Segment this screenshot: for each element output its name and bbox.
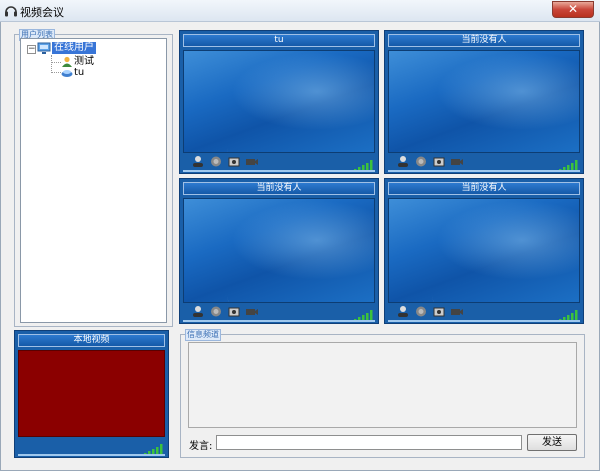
video-display	[183, 198, 375, 303]
window-title: 视频会议	[20, 6, 64, 19]
send-button[interactable]: 发送	[527, 434, 577, 451]
headset-icon	[5, 6, 17, 17]
tree-collapse-toggle[interactable]: −	[27, 45, 36, 54]
video-display	[388, 50, 580, 153]
local-video-panel: 本地视频	[14, 330, 169, 458]
speaker-icon[interactable]	[432, 305, 446, 318]
video-panel-1: tu	[179, 30, 379, 174]
camera-icon[interactable]	[450, 305, 464, 318]
video-progress	[183, 320, 375, 322]
user-icon	[61, 70, 73, 77]
close-button[interactable]: ✕	[552, 1, 594, 18]
volume-icon[interactable]	[414, 305, 428, 318]
speaker-icon[interactable]	[227, 155, 241, 168]
user-view-icon[interactable]	[191, 155, 205, 168]
speaker-icon[interactable]	[227, 305, 241, 318]
video-panel-title: 当前没有人	[183, 182, 375, 195]
video-progress	[183, 170, 375, 172]
chat-history[interactable]	[188, 342, 577, 428]
local-video-title: 本地视频	[18, 334, 165, 347]
video-progress	[388, 170, 580, 172]
video-progress	[388, 320, 580, 322]
local-video-display	[18, 350, 165, 437]
tree-connector	[51, 55, 52, 73]
local-video-progress	[18, 454, 165, 456]
video-panel-4: 当前没有人	[384, 178, 584, 324]
tree-connector	[51, 72, 61, 73]
camera-icon[interactable]	[245, 305, 259, 318]
video-toolbar	[388, 155, 580, 169]
user-tree[interactable]: − 在线用户 测试 tu	[20, 38, 167, 323]
message-input[interactable]	[216, 435, 522, 450]
speaker-icon[interactable]	[432, 155, 446, 168]
camera-icon[interactable]	[245, 155, 259, 168]
video-toolbar	[183, 155, 375, 169]
chat-legend: 信息频道	[185, 329, 221, 341]
user-view-icon[interactable]	[396, 155, 410, 168]
video-toolbar	[183, 305, 375, 319]
volume-icon[interactable]	[209, 155, 223, 168]
tree-item-user[interactable]: tu	[74, 67, 84, 78]
volume-icon[interactable]	[209, 305, 223, 318]
video-panel-title: tu	[183, 34, 375, 47]
video-panel-2: 当前没有人	[384, 30, 584, 174]
video-toolbar	[388, 305, 580, 319]
video-panel-3: 当前没有人	[179, 178, 379, 324]
tree-root-online-users[interactable]: 在线用户	[52, 42, 96, 54]
user-icon	[62, 56, 72, 67]
tree-connector	[51, 62, 61, 63]
tree-item-user[interactable]: 测试	[74, 56, 94, 67]
video-panel-title: 当前没有人	[388, 34, 580, 47]
user-view-icon[interactable]	[396, 305, 410, 318]
title-bar: 视频会议 ✕	[0, 0, 600, 22]
network-computer-icon	[37, 42, 51, 54]
video-display	[183, 50, 375, 153]
message-input-label: 发言:	[189, 441, 213, 452]
user-view-icon[interactable]	[191, 305, 205, 318]
video-display	[388, 198, 580, 303]
video-panel-title: 当前没有人	[388, 182, 580, 195]
volume-icon[interactable]	[414, 155, 428, 168]
camera-icon[interactable]	[450, 155, 464, 168]
